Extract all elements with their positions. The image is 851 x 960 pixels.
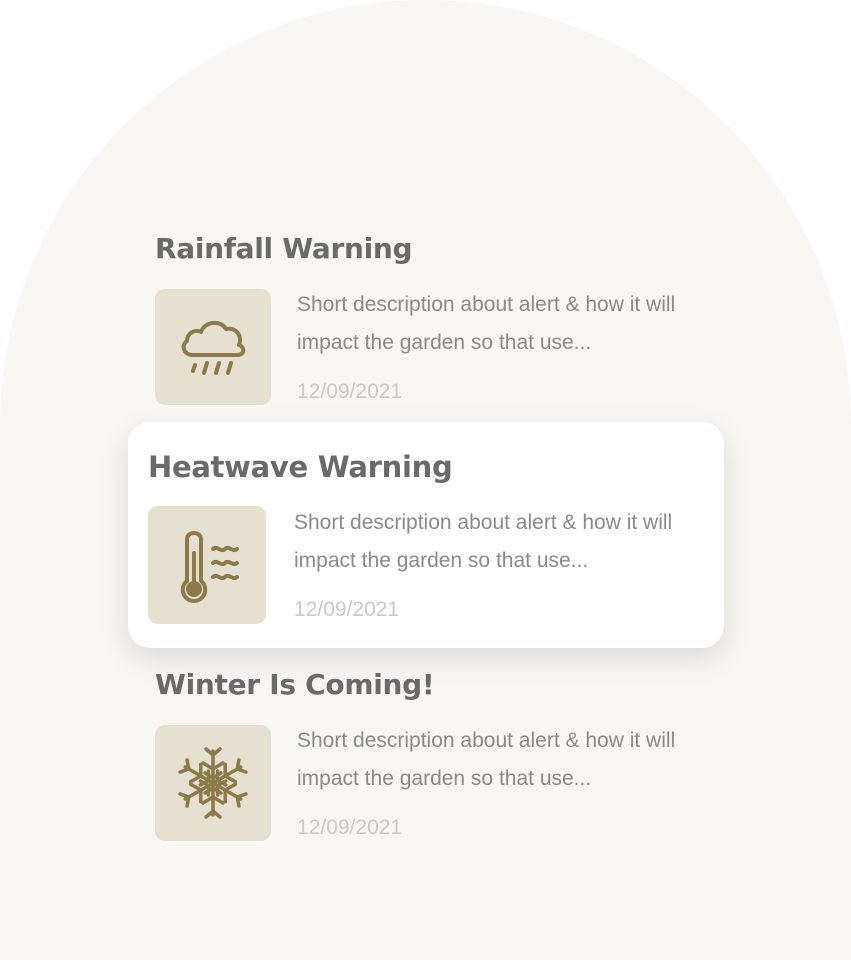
alert-item-heatwave[interactable]: Heatwave Warning Short description about…	[128, 422, 724, 648]
alert-date: 12/09/2021	[297, 380, 403, 403]
alert-description: Short description about alert & how it w…	[297, 729, 676, 790]
alert-icon-tile	[148, 506, 266, 624]
alert-icon-tile	[155, 289, 271, 405]
alert-icon-tile	[155, 725, 271, 841]
alert-title: Winter Is Coming!	[155, 668, 435, 701]
thermometer-heat-icon	[180, 531, 239, 603]
snowflake-icon	[176, 747, 250, 819]
alert-item-winter[interactable]: Winter Is Coming! Short description abou…	[155, 668, 715, 848]
alert-description: Short description about alert & how it w…	[294, 511, 673, 572]
alert-title: Heatwave Warning	[148, 450, 453, 484]
alert-item-rainfall[interactable]: Rainfall Warning Short description about…	[155, 232, 715, 412]
alert-date: 12/09/2021	[297, 816, 403, 839]
alert-description: Short description about alert & how it w…	[297, 293, 676, 354]
rain-cloud-icon	[181, 320, 246, 375]
alert-date: 12/09/2021	[294, 598, 400, 621]
alert-title: Rainfall Warning	[155, 232, 413, 265]
